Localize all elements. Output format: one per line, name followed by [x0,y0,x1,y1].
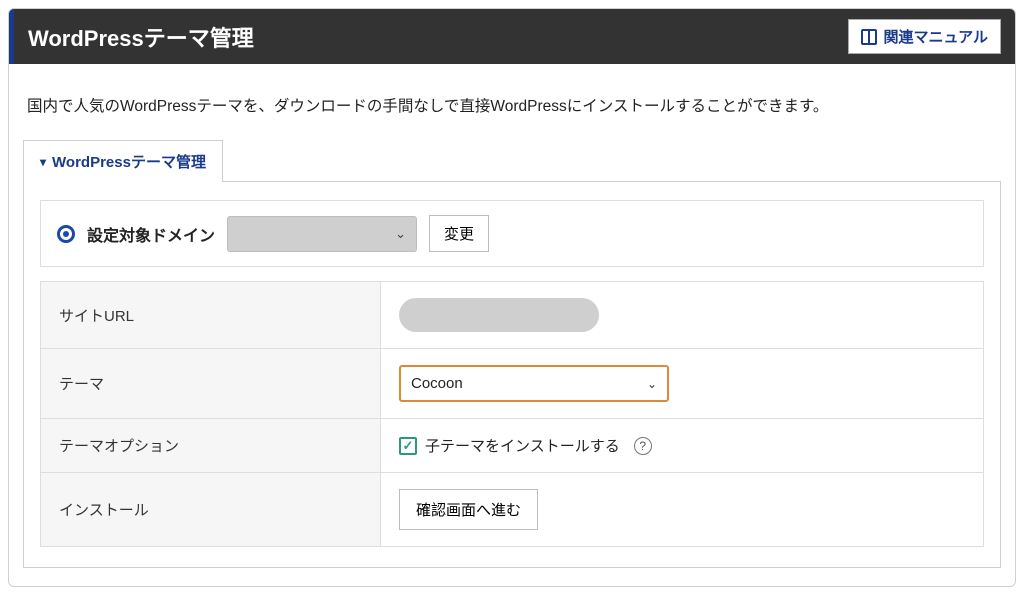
site-url-label: サイトURL [41,282,381,349]
chevron-down-icon: ⌄ [647,377,657,391]
theme-label: テーマ [41,349,381,419]
settings-panel: 設定対象ドメイン ⌄ 変更 サイトURL テーマ Coco [23,181,1001,568]
chevron-down-icon: ▾ [40,155,46,169]
theme-select[interactable]: Cocoon ⌄ [399,365,669,402]
target-domain-row: 設定対象ドメイン ⌄ 変更 [40,200,984,267]
settings-table: サイトURL テーマ Cocoon ⌄ テーマオプション [40,281,984,547]
theme-select-value: Cocoon [411,375,463,392]
proceed-confirm-button[interactable]: 確認画面へ進む [399,489,538,530]
install-label: インストール [41,473,381,547]
help-icon[interactable]: ? [634,437,652,455]
page-header: WordPressテーマ管理 関連マニュアル [9,9,1015,64]
target-domain-label: 設定対象ドメイン [87,222,215,246]
target-domain-radio[interactable] [57,225,75,243]
child-theme-checkbox[interactable]: ✓ [399,437,417,455]
target-domain-select[interactable]: ⌄ [227,216,417,252]
tab-theme-management[interactable]: ▾ WordPressテーマ管理 [23,140,223,182]
related-manual-label: 関連マニュアル [883,26,988,47]
chevron-down-icon: ⌄ [395,226,406,242]
tab-label: WordPressテーマ管理 [52,151,206,172]
site-url-value [399,298,599,332]
child-theme-checkbox-label: 子テーマをインストールする [425,435,620,456]
theme-option-label: テーマオプション [41,419,381,473]
book-icon [861,29,877,45]
change-domain-button[interactable]: 変更 [429,215,489,252]
page-title: WordPressテーマ管理 [28,21,254,53]
page-description: 国内で人気のWordPressテーマを、ダウンロードの手間なしで直接WordPr… [27,94,997,116]
related-manual-button[interactable]: 関連マニュアル [848,19,1001,54]
